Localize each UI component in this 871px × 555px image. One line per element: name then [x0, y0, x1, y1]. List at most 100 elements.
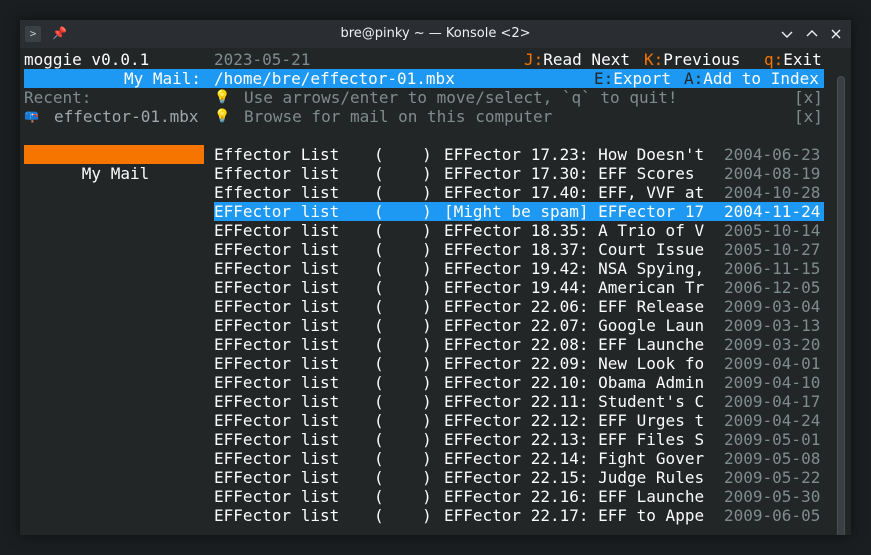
- message-subject: EFFector 19.44: American Tr: [444, 278, 705, 297]
- message-date: 2009-03-04: [724, 297, 821, 316]
- message-row[interactable]: EFFector list ( ) EFFector 22.09: New Look…: [214, 354, 824, 373]
- message-subject: EFFector 22.15: Judge Rules: [444, 468, 705, 487]
- konsole-window: > 📌 bre@pinky ~ — Konsole <2> moggie v0.…: [20, 20, 851, 535]
- mailbox-path: /home/bre/effector-01.mbx: [214, 69, 455, 88]
- message-row[interactable]: Effector List ( ) EFFector 17.23: How Does…: [214, 145, 824, 164]
- lightbulb-icon: 💡: [214, 109, 231, 124]
- message-from: EFFector list: [214, 335, 340, 354]
- message-subject: EFFector 17.40: EFF, VVF at: [444, 183, 705, 202]
- message-row[interactable]: Effector list ( ) EFFector 17.30: EFF Scor…: [214, 164, 824, 183]
- shortcut-label: Read Next: [543, 50, 630, 69]
- message-row[interactable]: EFFector list ( ) EFFector 22.07: Google L…: [214, 316, 824, 335]
- sidebar-item-label: My Mail: [81, 164, 150, 183]
- mailbox-label: My Mail:: [124, 69, 202, 88]
- message-date: 2009-03-13: [724, 316, 821, 335]
- shortcut-key: K:: [644, 50, 664, 69]
- message-row[interactable]: EFFector list ( ) EFFector 22.08: EFF Laun…: [214, 335, 824, 354]
- message-row[interactable]: EFFector list ( ) EFFector 18.35: A Trio o…: [214, 221, 824, 240]
- message-count: ( ): [374, 145, 432, 164]
- message-count: ( ): [374, 354, 432, 373]
- message-count: ( ): [374, 316, 432, 335]
- message-subject: EFFector 22.11: Student's C: [444, 392, 705, 411]
- scrollbar-thumb[interactable]: [838, 77, 844, 535]
- action-key: E:: [594, 69, 614, 88]
- message-row[interactable]: EFFector list ( ) EFFector 22.15: Judge Ru…: [214, 468, 824, 487]
- message-row[interactable]: EFFector list ( ) EFFector 22.11: Student'…: [214, 392, 824, 411]
- hint-close-button[interactable]: [x]: [794, 107, 823, 126]
- shortcut-label: Previous: [663, 50, 741, 69]
- message-count: ( ): [374, 164, 432, 183]
- recent-item-effector[interactable]: effector-01.mbx: [54, 107, 199, 126]
- message-from: EFFector list: [214, 297, 340, 316]
- message-date: 2009-04-24: [724, 411, 821, 430]
- message-row[interactable]: EFFector list ( ) EFFector 19.42: NSA Spyi…: [214, 259, 824, 278]
- message-from: Effector List: [214, 145, 340, 164]
- shortcut-read-next[interactable]: J:Read Next: [524, 50, 630, 69]
- message-from: EFFector list: [214, 221, 340, 240]
- maximize-chevron-up-icon[interactable]: [802, 24, 822, 44]
- message-date: 2009-05-01: [724, 430, 821, 449]
- message-count: ( ): [374, 221, 432, 240]
- shortcut-exit[interactable]: q:Exit: [764, 50, 822, 69]
- minimize-chevron-down-icon[interactable]: [777, 24, 797, 44]
- shortcut-key: J:: [524, 50, 544, 69]
- message-subject: EFFector 22.13: EFF Files S: [444, 430, 705, 449]
- message-count: ( ): [374, 183, 432, 202]
- message-count: ( ): [374, 506, 432, 525]
- message-row[interactable]: EFFector list ( ) EFFector 22.10: Obama Ad…: [214, 373, 824, 392]
- shortcut-key: q:: [764, 50, 784, 69]
- message-subject: EFFector 22.06: EFF Release: [444, 297, 705, 316]
- scrollbar[interactable]: [837, 76, 845, 535]
- message-row[interactable]: EFFector list ( ) EFFector 22.16: EFF Laun…: [214, 487, 824, 506]
- mailbox-bar: My Mail: /home/bre/effector-01.mbx E:Exp…: [24, 69, 824, 88]
- message-count: ( ): [374, 392, 432, 411]
- message-from: EFFector list: [214, 316, 340, 335]
- hint-close-button[interactable]: [x]: [794, 88, 823, 107]
- message-row[interactable]: EFFector list ( ) EFFector 22.06: EFF Rele…: [214, 297, 824, 316]
- message-subject: EFFector 17.30: EFF Scores: [444, 164, 695, 183]
- recent-label: Recent:: [24, 88, 92, 107]
- message-row[interactable]: EFFector list ( ) EFFector 18.37: Court Is…: [214, 240, 824, 259]
- action-export[interactable]: E:Export: [594, 69, 671, 88]
- lightbulb-icon: 💡: [214, 90, 231, 105]
- message-date: 2009-05-08: [724, 449, 821, 468]
- message-date: 2005-10-14: [724, 221, 821, 240]
- action-add-to-index[interactable]: A:Add to Index: [684, 69, 819, 88]
- message-row[interactable]: EFFector list ( ) EFFector 22.17: EFF to A…: [214, 506, 824, 525]
- app-name: moggie v0.0.1: [24, 50, 150, 69]
- close-icon[interactable]: [826, 24, 846, 44]
- message-subject: EFFector 22.16: EFF Launche: [444, 487, 705, 506]
- action-label: Add to Index: [703, 69, 819, 88]
- message-from: EFFector list: [214, 468, 340, 487]
- message-date: 2009-05-30: [724, 487, 821, 506]
- hint-line-1: Recent: 💡 Use arrows/enter to move/selec…: [24, 88, 824, 107]
- message-from: EFFector list: [214, 487, 340, 506]
- message-date: 2009-04-10: [724, 373, 821, 392]
- message-from: EFFector list: [214, 259, 340, 278]
- sidebar-item-my-mail[interactable]: My Mail: [24, 145, 204, 183]
- message-row[interactable]: Effector list ( ) EFFector 17.40: EFF, VVF…: [214, 183, 824, 202]
- message-subject: EFFector 22.14: Fight Gover: [444, 449, 705, 468]
- message-row[interactable]: EFFector list ( ) EFFector 22.13: EFF File…: [214, 430, 824, 449]
- terminal-area[interactable]: moggie v0.0.1 2023-05-21 J:Read Next K:P…: [20, 48, 851, 535]
- message-date: 2005-10-27: [724, 240, 821, 259]
- message-date: 2009-04-17: [724, 392, 821, 411]
- message-count: ( ): [374, 430, 432, 449]
- message-from: EFFector list: [214, 202, 340, 221]
- message-count: ( ): [374, 449, 432, 468]
- message-subject: EFFector 22.12: EFF Urges t: [444, 411, 705, 430]
- message-count: ( ): [374, 335, 432, 354]
- message-date: 2009-05-22: [724, 468, 821, 487]
- message-row[interactable]: EFFector list ( ) EFFector 19.44: American…: [214, 278, 824, 297]
- hint-text: Browse for mail on this computer: [244, 107, 553, 126]
- message-from: EFFector list: [214, 354, 340, 373]
- mailbox-icon: 📪: [24, 109, 39, 123]
- message-date: 2004-06-23: [724, 145, 821, 164]
- message-row[interactable]: EFFector list ( ) [Might be spam] EFFector…: [214, 202, 824, 221]
- message-row[interactable]: EFFector list ( ) EFFector 22.12: EFF Urge…: [214, 411, 824, 430]
- message-subject: EFFector 22.07: Google Laun: [444, 316, 705, 335]
- shortcut-previous[interactable]: K:Previous: [644, 50, 740, 69]
- message-count: ( ): [374, 468, 432, 487]
- message-row[interactable]: EFFector list ( ) EFFector 22.14: Fight Go…: [214, 449, 824, 468]
- message-subject: EFFector 19.42: NSA Spying,: [444, 259, 705, 278]
